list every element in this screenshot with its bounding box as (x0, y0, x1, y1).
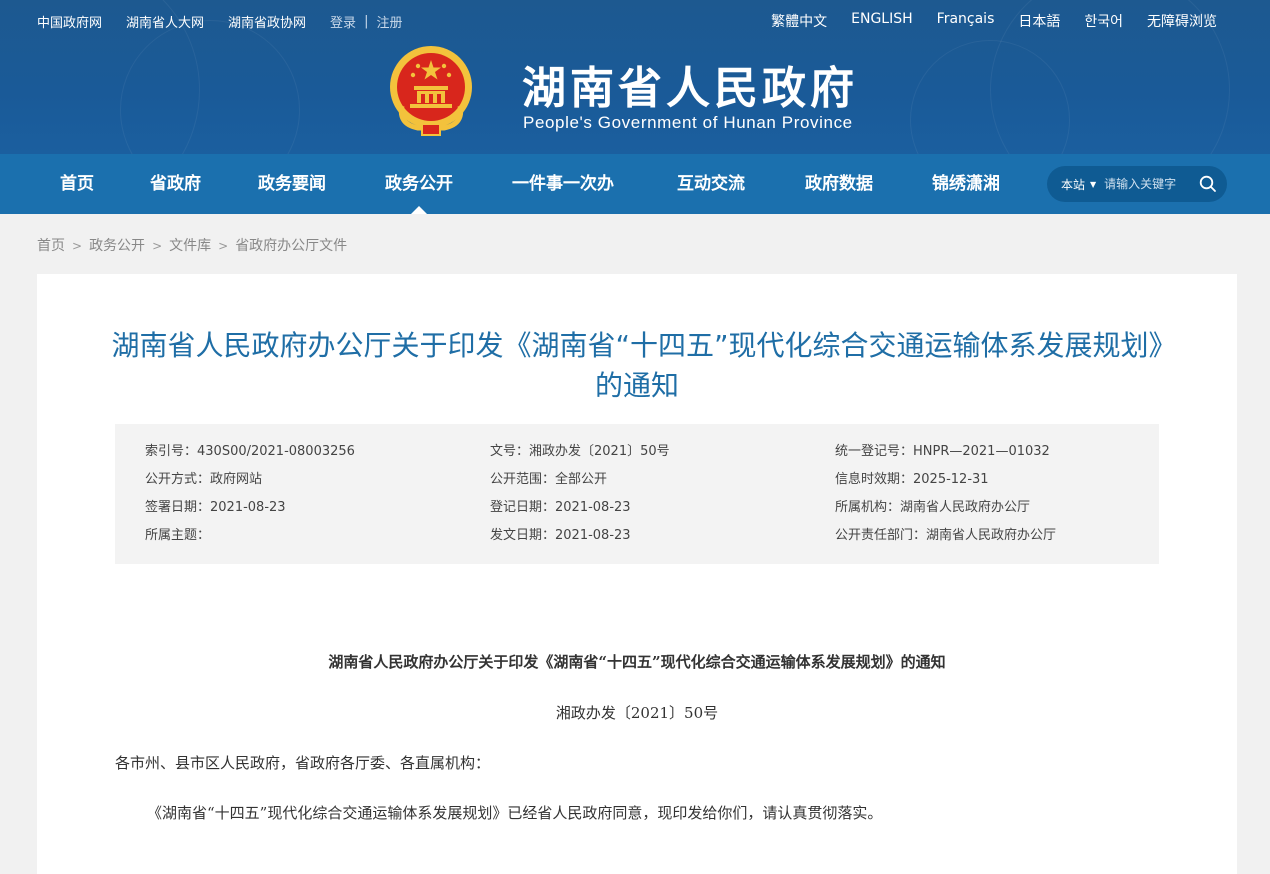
breadcrumb-document-library[interactable]: 文件库 (169, 238, 211, 254)
breadcrumb-home[interactable]: 首页 (37, 238, 65, 254)
meta-issuing-agency: 所属机构：湖南省人民政府办公厅 (835, 500, 1031, 515)
login-link[interactable]: 登录 (330, 12, 356, 31)
search-input[interactable] (1104, 177, 1197, 191)
document-metadata: 索引号：430S00/2021-08003256 文号：湘政办发〔2021〕50… (115, 424, 1159, 564)
site-header: 中国政府网 湖南省人大网 湖南省政协网 登录 | 注册 繁體中文 ENGLISH… (0, 0, 1270, 154)
register-link[interactable]: 注册 (376, 12, 402, 31)
breadcrumb-separator: > (72, 239, 83, 253)
site-search: 本站 ▼ (1047, 166, 1227, 202)
lang-japanese[interactable]: 日本語 (1018, 11, 1060, 31)
meta-disclosure-method: 公开方式：政府网站 (145, 472, 263, 487)
lang-korean[interactable]: 한국어 (1084, 11, 1123, 31)
national-emblem-icon (390, 46, 472, 136)
main-nav: 首页 省政府 政务要闻 政务公开 一件事一次办 互动交流 政府数据 锦绣潇湘 本… (0, 154, 1270, 214)
document-number: 湘政办发〔2021〕50号 (555, 704, 719, 722)
body-title: 湖南省人民政府办公厅关于印发《湖南省“十四五”现代化综合交通运输体系发展规划》的… (328, 653, 946, 671)
metadata-row: 索引号：430S00/2021-08003256 文号：湘政办发〔2021〕50… (145, 441, 1159, 469)
metadata-row: 公开方式：政府网站 公开范围：全部公开 信息时效期：2025-12-31 (145, 469, 1159, 497)
meta-document-number: 文号：湘政办发〔2021〕50号 (490, 444, 670, 459)
link-npc-hunan[interactable]: 湖南省人大网 (126, 12, 204, 31)
nav-item-home[interactable]: 首页 (60, 154, 94, 214)
lang-english[interactable]: ENGLISH (851, 11, 913, 31)
nav-item-government-news[interactable]: 政务要闻 (258, 154, 326, 214)
breadcrumb-government-affairs[interactable]: 政务公开 (89, 238, 145, 254)
meta-issue-date: 发文日期：2021-08-23 (490, 528, 631, 543)
link-gov-cn[interactable]: 中国政府网 (37, 12, 102, 31)
meta-signing-date: 签署日期：2021-08-23 (145, 500, 286, 515)
top-links: 中国政府网 湖南省人大网 湖南省政协网 登录 | 注册 (37, 12, 402, 31)
metadata-row: 所属主题： 发文日期：2021-08-23 公开责任部门：湖南省人民政府办公厅 (145, 525, 1159, 553)
document-title: 湖南省人民政府办公厅关于印发《湖南省“十四五”现代化综合交通运输体系发展规划》的… (111, 329, 1163, 402)
nav-item-one-stop-service[interactable]: 一件事一次办 (512, 154, 614, 214)
account-separator: | (364, 14, 369, 29)
addressee: 各市州、县市区人民政府，省政府各厅委、各直属机构： (115, 754, 491, 772)
breadcrumb-separator: > (152, 239, 163, 253)
lang-french[interactable]: Français (937, 11, 995, 31)
nav-item-provincial-government[interactable]: 省政府 (150, 154, 201, 214)
site-subtitle: People's Government of Hunan Province (523, 113, 853, 132)
link-cppcc-hunan[interactable]: 湖南省政协网 (228, 12, 306, 31)
search-scope-select[interactable]: 本站 (1061, 176, 1085, 193)
meta-topic: 所属主题： (145, 528, 211, 543)
body-paragraph: 《湖南省“十四五”现代化综合交通运输体系发展规划》已经省人民政府同意，现印发给你… (147, 804, 883, 822)
metadata-row: 签署日期：2021-08-23 登记日期：2021-08-23 所属机构：湖南省… (145, 497, 1159, 525)
breadcrumb-office-documents[interactable]: 省政府办公厅文件 (235, 238, 347, 254)
nav-item-government-data[interactable]: 政府数据 (805, 154, 873, 214)
meta-registration-number: 统一登记号：HNPR—2021—01032 (835, 444, 1050, 459)
breadcrumb: 首页 > 政务公开 > 文件库 > 省政府办公厅文件 (37, 235, 347, 255)
nav-item-scenic-hunan[interactable]: 锦绣潇湘 (932, 154, 1000, 214)
site-title: 湖南省人民政府 (522, 63, 858, 114)
meta-disclosure-scope: 公开范围：全部公开 (490, 472, 608, 487)
nav-item-interaction[interactable]: 互动交流 (677, 154, 745, 214)
accessibility-link[interactable]: 无障碍浏览 (1147, 11, 1217, 31)
meta-registration-date: 登记日期：2021-08-23 (490, 500, 631, 515)
meta-responsible-department: 公开责任部门：湖南省人民政府办公厅 (835, 528, 1057, 543)
lang-traditional-chinese[interactable]: 繁體中文 (771, 11, 827, 31)
nav-item-government-affairs[interactable]: 政务公开 (385, 154, 453, 214)
chevron-down-icon[interactable]: ▼ (1090, 180, 1096, 189)
meta-index-number: 索引号：430S00/2021-08003256 (145, 444, 355, 459)
search-icon[interactable] (1199, 175, 1217, 193)
document-card: 湖南省人民政府办公厅关于印发《湖南省“十四五”现代化综合交通运输体系发展规划》的… (37, 274, 1237, 874)
breadcrumb-separator: > (218, 239, 229, 253)
meta-validity-period: 信息时效期：2025-12-31 (835, 472, 989, 487)
language-switcher: 繁體中文 ENGLISH Français 日本語 한국어 无障碍浏览 (747, 11, 1217, 31)
